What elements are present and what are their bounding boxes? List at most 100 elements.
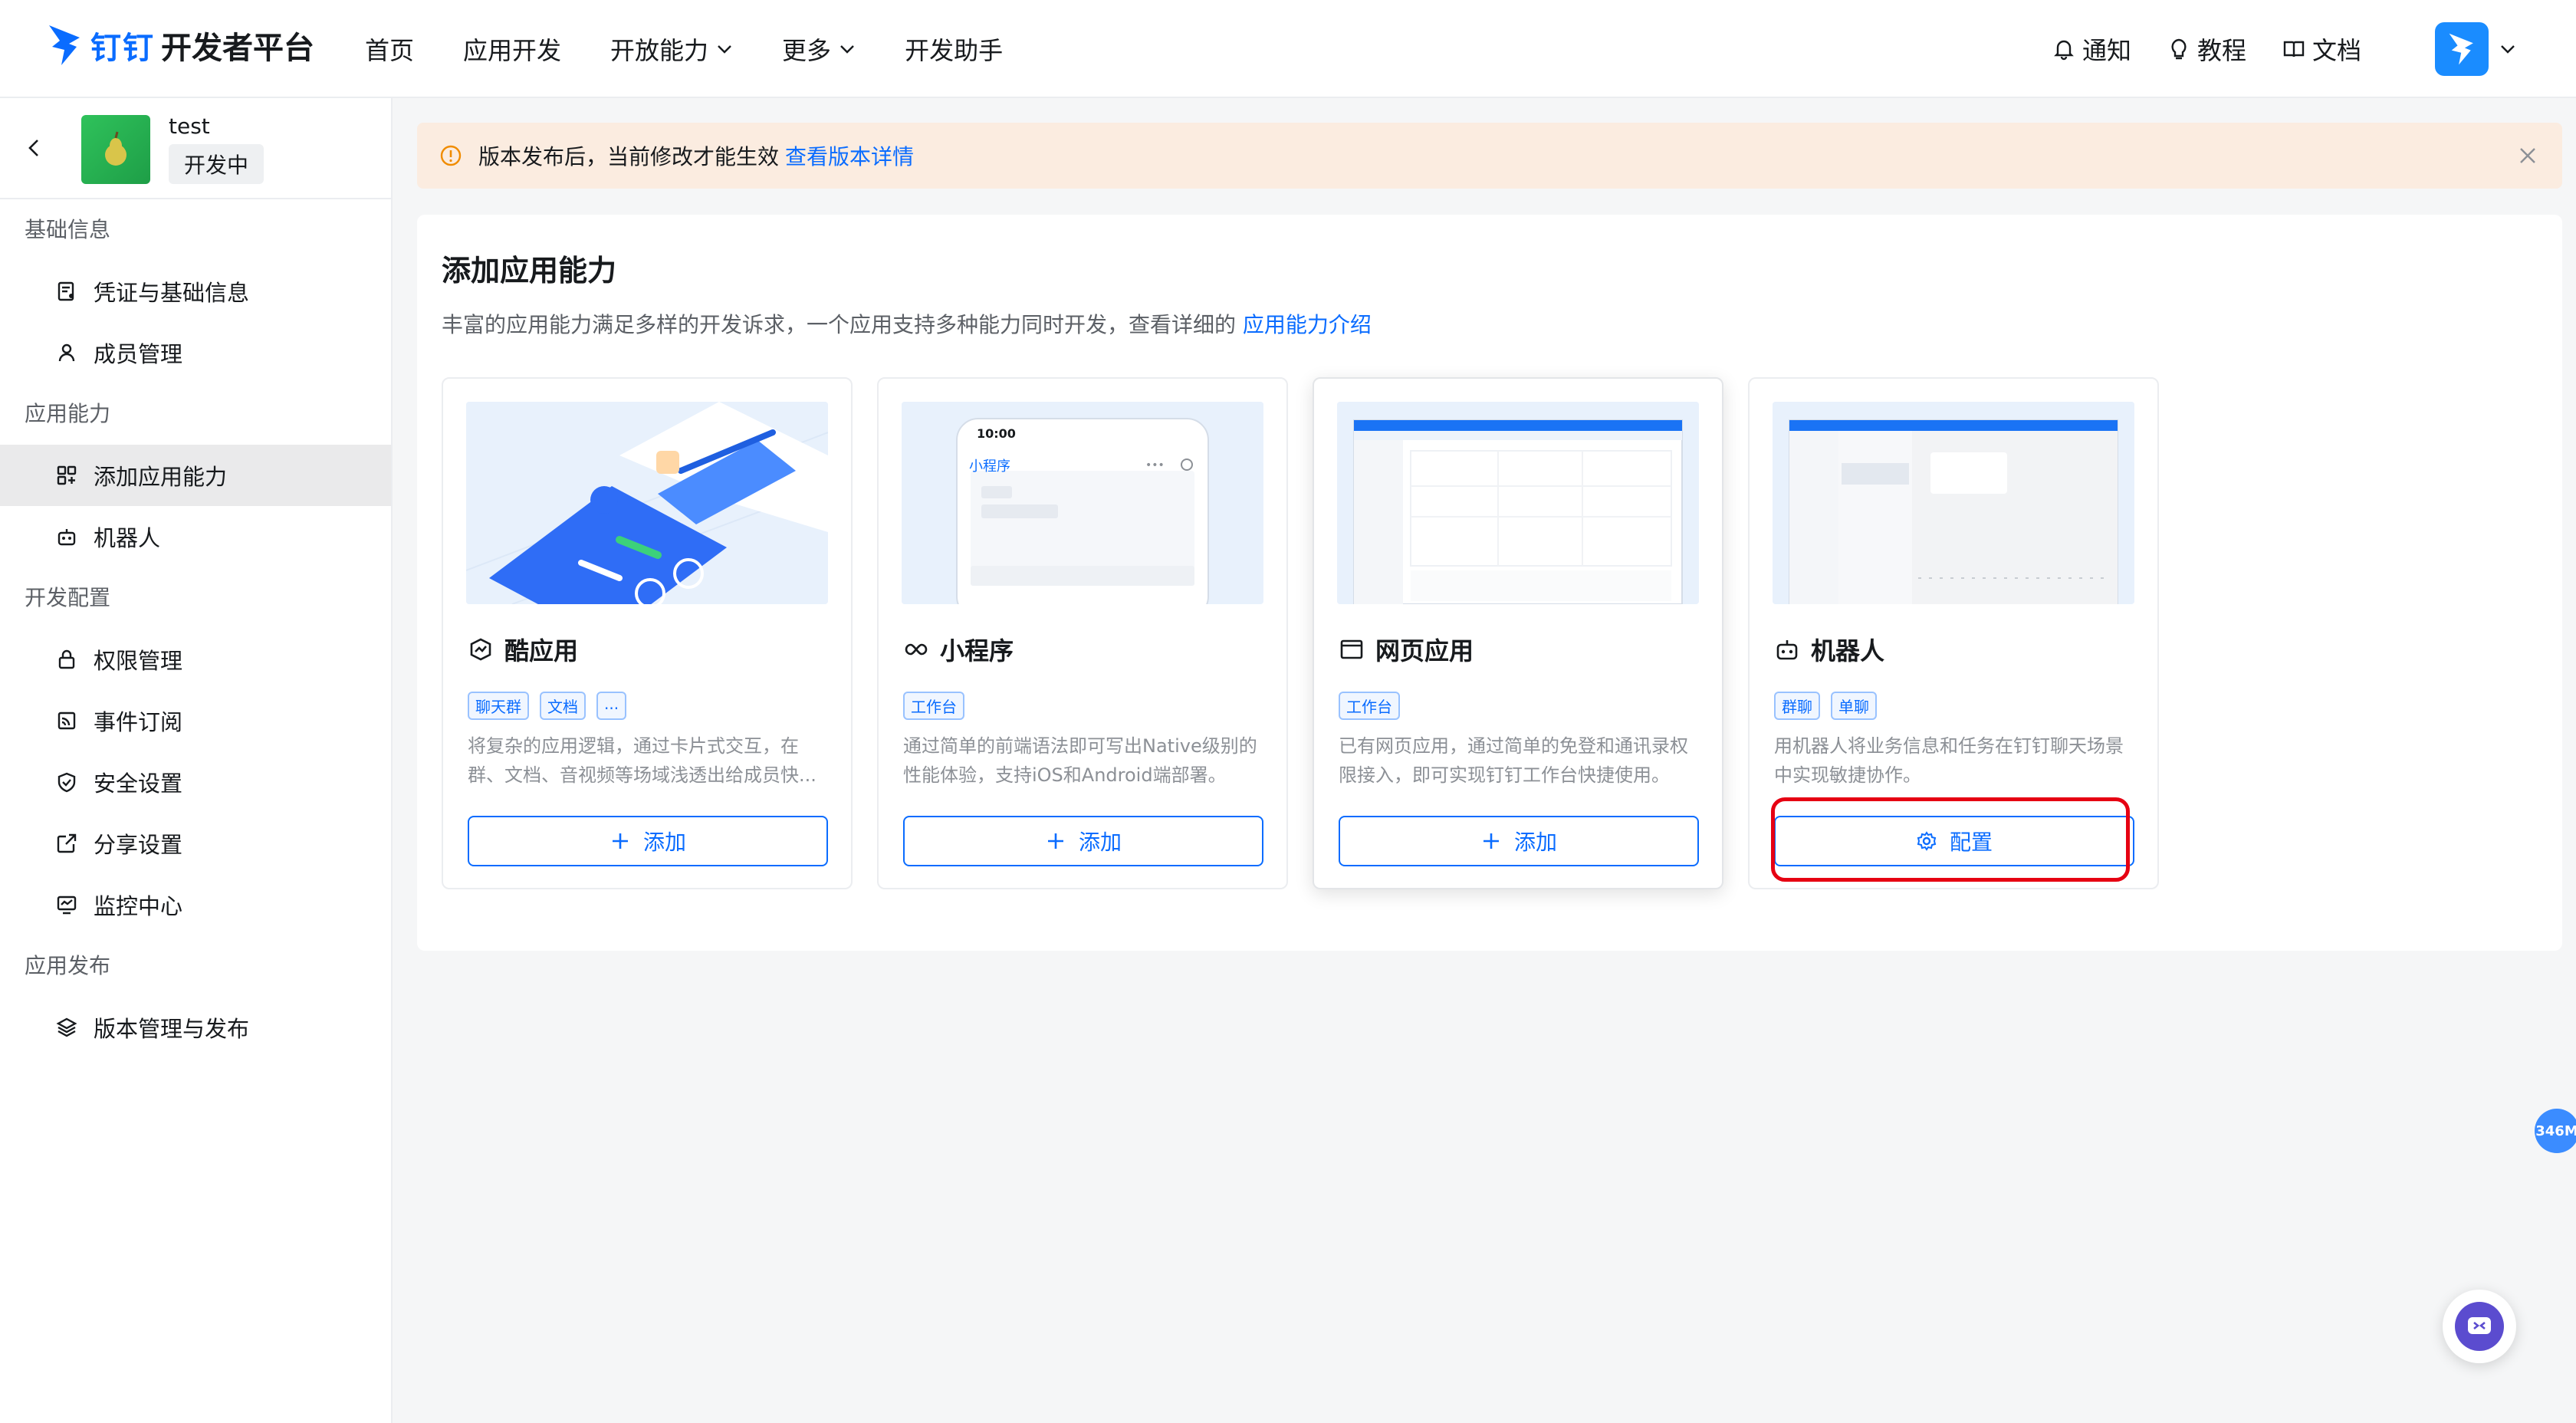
capability-panel: 添加应用能力 丰富的应用能力满足多样的开发诉求，一个应用支持多种能力同时开发，查… [417, 215, 2562, 951]
card-cool-app[interactable]: 酷应用 聊天群 文档 ... 将复杂的应用逻辑，通过卡片式交互，在群、文档、音视… [442, 377, 853, 889]
add-web-app-button[interactable]: 添加 [1339, 816, 1699, 866]
sidebar-item-credentials[interactable]: 凭证与基础信息 [0, 261, 391, 322]
close-icon[interactable] [2516, 144, 2539, 167]
memory-badge[interactable]: 346M [2535, 1109, 2576, 1153]
card-description: 已有网页应用，通过简单的免登和通讯录权限接入，即可实现钉钉工作台快捷使用。 [1339, 735, 1688, 786]
nav-open-capability[interactable]: 开放能力 [610, 31, 733, 67]
tutorial-button[interactable]: 教程 [2167, 31, 2246, 67]
infinity-icon [905, 643, 928, 656]
notify-button[interactable]: 通知 [2052, 31, 2131, 67]
app-header: test 开发中 [0, 98, 391, 199]
plus-icon [1483, 833, 1499, 849]
tag: 工作台 [903, 692, 964, 720]
tag: 单聊 [1831, 692, 1877, 720]
top-bar: 钉钉 开发者平台 首页 应用开发 开放能力 更多 开发助手 通知 教程 文档 [0, 0, 2576, 98]
card-title: 酷应用 [468, 632, 578, 667]
card-tags: 工作台 [1339, 692, 1411, 720]
lightbulb-icon [2171, 38, 2187, 60]
shield-icon [58, 772, 76, 793]
sidebar-item-monitor[interactable]: 监控中心 [0, 874, 391, 935]
sidebar-item-permissions[interactable]: 权限管理 [0, 629, 391, 690]
tag: 文档 [540, 692, 586, 720]
nav-more[interactable]: 更多 [782, 31, 856, 67]
apps-icon [57, 465, 77, 485]
card-description: 通过简单的前端语法即可写出Native级别的性能体验，支持iOS和Android… [903, 735, 1257, 786]
nav-home[interactable]: 首页 [365, 31, 414, 67]
robot-preview [1773, 402, 2134, 604]
bell-icon [2054, 40, 2074, 61]
card-title: 小程序 [903, 632, 1014, 667]
monitor-icon [57, 896, 77, 915]
app-name: test [169, 113, 210, 139]
card-web-app[interactable]: 网页应用 工作台 已有网页应用，通过简单的免登和通讯录权限接入，即可实现钉钉工作… [1313, 377, 1723, 889]
chevron-down-icon [718, 45, 731, 54]
sidebar-item-events[interactable]: 事件订阅 [0, 690, 391, 751]
nav-dev-assistant[interactable]: 开发助手 [905, 31, 1003, 67]
pear-icon [105, 131, 127, 166]
top-right-actions: 通知 教程 文档 [2016, 0, 2516, 98]
user-icon [58, 343, 75, 362]
cool-app-preview [466, 402, 828, 604]
cool-app-illustration [466, 402, 828, 604]
section-app-capability: 应用能力 [25, 401, 111, 426]
tag: 群聊 [1774, 692, 1820, 720]
dingtalk-avatar-icon [2449, 33, 2473, 65]
brand-name: 钉钉 [90, 31, 155, 66]
chevron-left-icon[interactable] [23, 136, 46, 159]
mini-title: 小程序 [969, 458, 1010, 475]
card-mini-program[interactable]: ••• 10:00 小程序 小程序 工作台 通过简单的前端语法即可写出Nativ… [877, 377, 1288, 889]
docs-button[interactable]: 文档 [2282, 31, 2361, 67]
card-title: 网页应用 [1339, 632, 1474, 667]
robot-illustration [1773, 402, 2134, 604]
browser-icon [1340, 639, 1363, 659]
layers-icon [56, 1017, 77, 1037]
brand-subtitle: 开发者平台 [161, 31, 314, 66]
plus-icon [612, 833, 628, 849]
cool-app-icon [470, 638, 491, 661]
mini-time: 10:00 [977, 426, 1016, 441]
robot-icon [58, 529, 76, 546]
add-mini-program-button[interactable]: 添加 [903, 816, 1263, 866]
mini-program-illustration: ••• [902, 402, 1263, 604]
highlight-box [1771, 797, 2130, 882]
chat-bubble-icon [2468, 1317, 2491, 1334]
event-icon [58, 712, 76, 730]
dingtalk-logo-icon [49, 25, 80, 65]
user-avatar[interactable] [2435, 22, 2489, 76]
card-title: 机器人 [1774, 632, 1884, 667]
app-icon [81, 115, 150, 184]
mini-program-preview: ••• 10:00 小程序 [902, 402, 1263, 604]
nav-app-dev[interactable]: 应用开发 [463, 31, 561, 67]
section-dev-config: 开发配置 [25, 585, 111, 610]
sidebar-item-members[interactable]: 成员管理 [0, 322, 391, 383]
app-status-badge: 开发中 [169, 144, 264, 184]
assistant-chat-button[interactable] [2443, 1290, 2516, 1363]
section-app-publish: 应用发布 [25, 953, 111, 978]
share-icon [57, 833, 77, 853]
sidebar-item-add-capability[interactable]: 添加应用能力 [0, 445, 391, 506]
tag-more[interactable]: ... [596, 692, 627, 720]
top-nav: 首页 应用开发 开放能力 更多 开发助手 [365, 0, 1052, 98]
sidebar-item-share[interactable]: 分享设置 [0, 813, 391, 874]
tag: 聊天群 [468, 692, 529, 720]
chevron-down-icon [840, 45, 854, 54]
book-icon [2283, 41, 2305, 58]
credential-icon [58, 281, 74, 301]
chevron-down-icon[interactable] [2499, 41, 2516, 58]
sidebar: test 开发中 基础信息 凭证与基础信息 成员管理 应用能力 添加应用能力 机… [0, 98, 393, 1423]
plus-icon [1047, 833, 1063, 849]
view-version-link[interactable]: 查看版本详情 [785, 140, 914, 171]
brand-logo[interactable]: 钉钉 开发者平台 [46, 18, 314, 72]
add-cool-app-button[interactable]: 添加 [468, 816, 828, 866]
notice-banner: 版本发布后，当前修改才能生效 查看版本详情 [417, 123, 2562, 189]
lock-icon [58, 649, 75, 669]
banner-text: 版本发布后，当前修改才能生效 [478, 144, 780, 169]
page-title: 添加应用能力 [442, 254, 617, 288]
web-app-illustration [1337, 402, 1699, 604]
capability-intro-link[interactable]: 应用能力介绍 [1243, 312, 1372, 337]
sidebar-item-security[interactable]: 安全设置 [0, 751, 391, 813]
card-tags: 群聊 单聊 [1774, 692, 1888, 720]
sidebar-item-versions[interactable]: 版本管理与发布 [0, 997, 391, 1058]
sidebar-item-robot[interactable]: 机器人 [0, 506, 391, 567]
page-description: 丰富的应用能力满足多样的开发诉求，一个应用支持多种能力同时开发，查看详细的 应用… [442, 312, 1372, 337]
